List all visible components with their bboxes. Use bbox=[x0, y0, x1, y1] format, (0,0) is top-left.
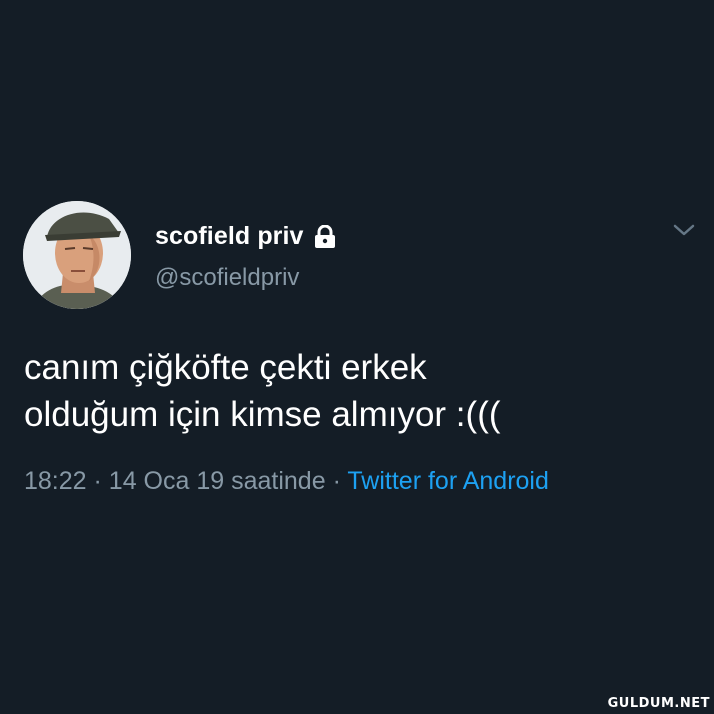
display-name[interactable]: scofield priv bbox=[155, 222, 304, 251]
lock-icon bbox=[314, 224, 336, 249]
separator: · bbox=[332, 467, 341, 495]
tweet-date[interactable]: 14 Oca 19 saatinde bbox=[109, 467, 326, 495]
tweet-card: scofield priv @scofieldpriv canım çiğköf… bbox=[0, 0, 714, 714]
tweet-text-line: canım çiğköfte çekti erkek bbox=[24, 348, 427, 387]
profile-photo bbox=[23, 201, 131, 309]
separator: · bbox=[93, 467, 102, 495]
tweet-source-link[interactable]: Twitter for Android bbox=[347, 467, 548, 495]
tweet-text: canım çiğköfte çekti erkek olduğum için … bbox=[24, 344, 684, 438]
chevron-down-icon[interactable] bbox=[672, 220, 696, 240]
avatar[interactable] bbox=[23, 201, 131, 309]
name-row: scofield priv bbox=[155, 222, 336, 251]
tweet-text-line: olduğum için kimse almıyor :((( bbox=[24, 395, 501, 434]
tweet-time[interactable]: 18:22 bbox=[24, 467, 87, 495]
user-handle[interactable]: @scofieldpriv bbox=[155, 264, 299, 292]
watermark: GULDUM.NET bbox=[607, 696, 710, 711]
tweet-metadata: 18:22 · 14 Oca 19 saatinde · Twitter for… bbox=[24, 467, 549, 496]
